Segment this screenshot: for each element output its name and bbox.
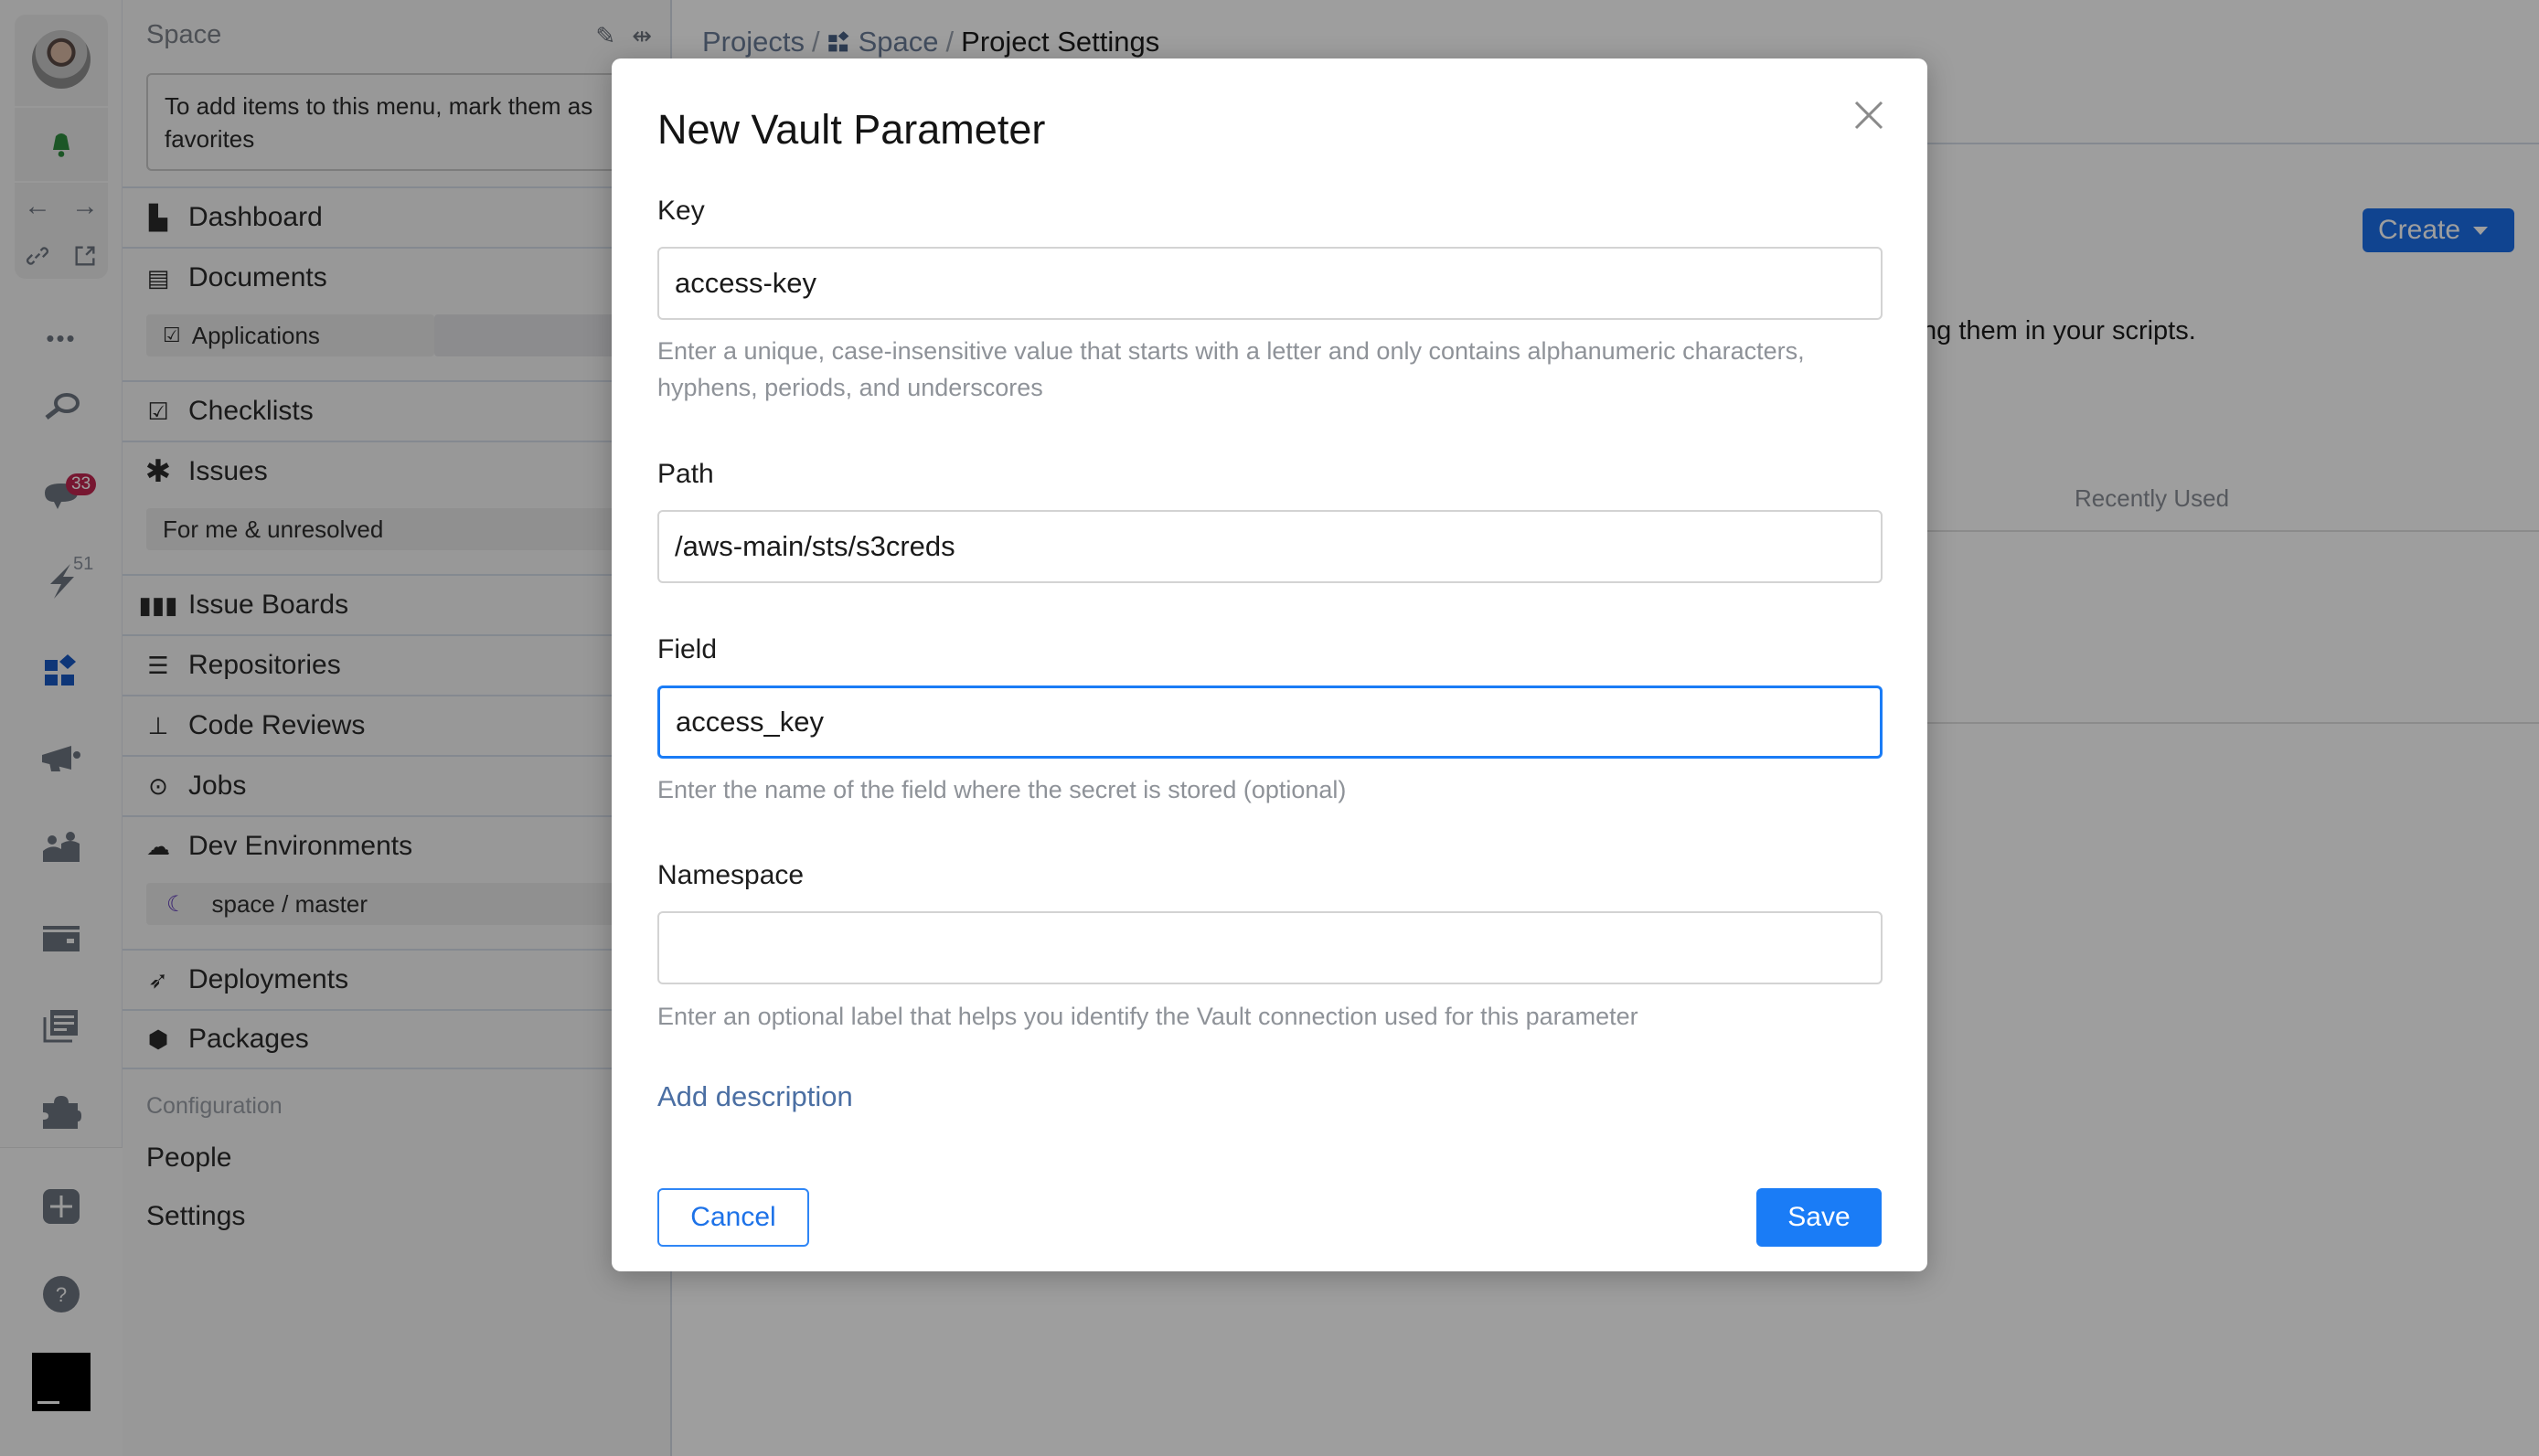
new-vault-parameter-dialog: New Vault Parameter Key Enter a unique, …: [612, 58, 1927, 1271]
save-button[interactable]: Save: [1756, 1188, 1882, 1247]
cancel-button[interactable]: Cancel: [657, 1188, 809, 1247]
path-label: Path: [657, 459, 714, 489]
dialog-title: New Vault Parameter: [657, 106, 1046, 153]
path-input[interactable]: [657, 510, 1883, 583]
close-icon: [1854, 101, 1883, 130]
close-button[interactable]: [1847, 93, 1891, 137]
field-hint: Enter the name of the field where the se…: [657, 776, 1347, 803]
key-label: Key: [657, 196, 705, 226]
field-label: Field: [657, 634, 718, 664]
key-input[interactable]: [657, 247, 1883, 320]
key-hint: Enter a unique, case-insensitive value t…: [657, 337, 1805, 401]
namespace-label: Namespace: [657, 860, 805, 890]
add-description-link[interactable]: Add description: [657, 1080, 853, 1113]
namespace-hint: Enter an optional label that helps you i…: [657, 1003, 1638, 1030]
field-input[interactable]: [657, 685, 1883, 759]
namespace-input[interactable]: [657, 911, 1883, 984]
